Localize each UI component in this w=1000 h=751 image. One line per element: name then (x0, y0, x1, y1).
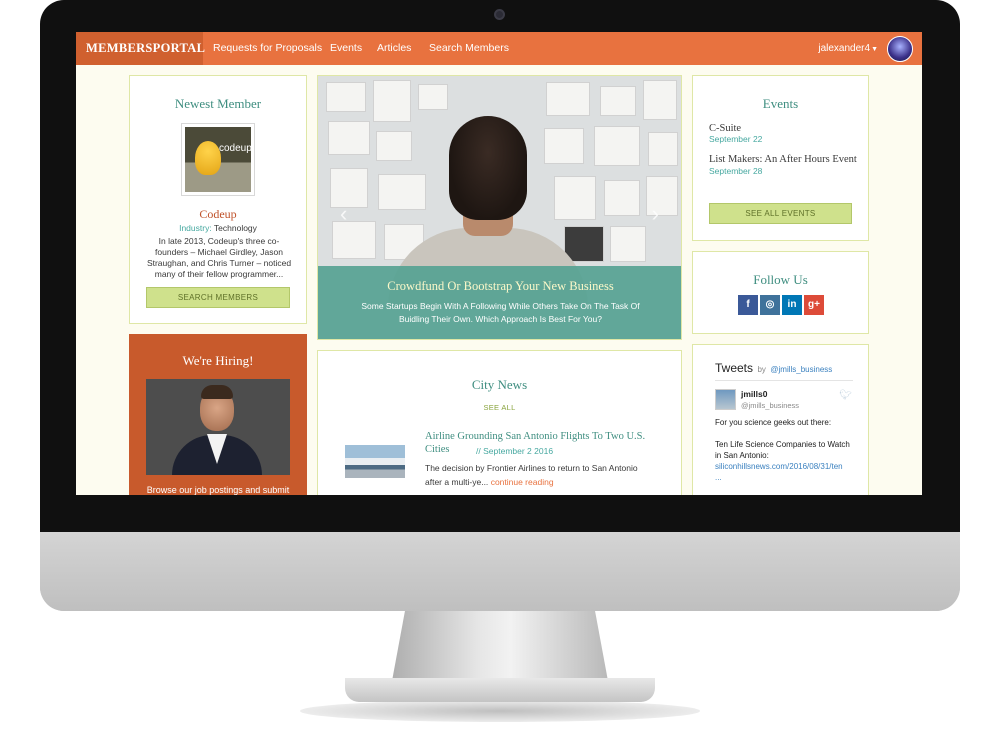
news-item-excerpt: The decision by Frontier Airlines to ret… (425, 461, 655, 489)
tweet-body: For you science geeks out there: Ten Lif… (715, 417, 855, 483)
carousel-next-icon[interactable]: › (652, 201, 659, 227)
twitter-bird-icon: 🐦︎ (839, 390, 852, 401)
search-members-button[interactable]: SEARCH MEMBERS (146, 287, 290, 308)
news-item-meta: // September 2 2016 (476, 445, 553, 458)
event-item[interactable]: C-Suite September 22 (709, 123, 859, 144)
industry-label: Industry: (179, 223, 212, 233)
monitor-chin (40, 532, 960, 611)
tweets-handle[interactable]: @jmills_business (770, 365, 832, 374)
news-thumbnail[interactable] (345, 445, 405, 478)
hiring-title: We're Hiring! (182, 353, 254, 368)
monitor-foot (345, 678, 655, 702)
member-logo-text: codeup (219, 143, 252, 154)
tweets-card: Tweets by @jmills_business jmills0 @jmil… (692, 344, 869, 495)
events-card: Events C-Suite September 22 List Makers:… (692, 75, 869, 241)
nav-link-events[interactable]: Events (330, 32, 362, 65)
top-navbar: MEMBERSPORTAL Requests for Proposals Eve… (76, 32, 922, 65)
googleplus-icon[interactable]: g+ (804, 295, 824, 315)
tweet-author[interactable]: jmills0 (741, 389, 767, 399)
hiring-card: We're Hiring! Browse our job postings an… (129, 334, 307, 495)
caret-down-icon: ▼ (871, 46, 878, 53)
hero-subtitle: Some Startups Begin With A Following Whi… (361, 301, 640, 324)
instagram-icon[interactable]: ◎ (760, 295, 780, 315)
tweets-title: Tweets (715, 361, 754, 375)
hero-carousel[interactable]: ‹ › Crowdfund Or Bootstrap Your New Busi… (317, 75, 682, 340)
member-description: In late 2013, Codeup's three co-founders… (146, 236, 292, 279)
divider (715, 380, 853, 381)
nav-link-rfp[interactable]: Requests for Proposals (213, 32, 322, 65)
camera-icon (494, 9, 505, 20)
carousel-prev-icon[interactable]: ‹ (340, 201, 347, 227)
facebook-icon[interactable]: f (738, 295, 758, 315)
newest-member-card: Newest Member codeup Codeup Industry: Te… (129, 75, 307, 324)
tweet-avatar[interactable] (715, 389, 736, 410)
user-menu[interactable]: jalexander4▼ (818, 32, 878, 65)
avatar[interactable] (887, 36, 913, 62)
event-name: C-Suite (709, 123, 742, 134)
linkedin-icon[interactable]: in (782, 295, 802, 315)
event-date: September 22 (709, 134, 763, 144)
see-all-events-button[interactable]: SEE ALL EVENTS (709, 203, 852, 224)
newest-member-title: Newest Member (174, 96, 262, 111)
news-see-all-link[interactable]: SEE ALL (318, 403, 681, 412)
person-head (449, 116, 527, 220)
hero-caption: Crowdfund Or Bootstrap Your New Business… (318, 266, 681, 339)
events-title: Events (762, 96, 799, 111)
city-news-title: City News (471, 377, 528, 392)
member-name[interactable]: Codeup (130, 207, 306, 222)
event-item[interactable]: List Makers: An After Hours Event Septem… (709, 154, 859, 176)
member-industry: Industry: Technology (130, 223, 306, 233)
tweet-ellipsis: ... (715, 473, 722, 482)
news-item-date: September 2 2016 (483, 446, 554, 456)
monitor-shadow (300, 700, 700, 722)
browser-screen: MEMBERSPORTAL Requests for Proposals Eve… (76, 32, 922, 495)
industry-value: Technology (213, 223, 257, 233)
member-logo[interactable]: codeup (181, 123, 255, 196)
follow-us-title: Follow Us (753, 272, 808, 287)
tweet-link[interactable]: siliconhillsnews.com/2016/08/31/ten (715, 461, 855, 472)
tweet-line1: For you science geeks out there: (715, 418, 832, 427)
event-name: List Makers: An After Hours Event (709, 154, 857, 165)
event-date: September 28 (709, 166, 763, 176)
tweets-by: by (757, 365, 766, 374)
hiring-text: Browse our job postings and submit (146, 485, 290, 495)
city-news-card: City News SEE ALL Airline Grounding San … (317, 350, 682, 495)
monitor-stand (392, 611, 608, 681)
nav-link-articles[interactable]: Articles (377, 32, 411, 65)
brand-logo[interactable]: MEMBERSPORTAL (76, 32, 205, 65)
hiring-photo (146, 379, 290, 475)
social-icons: f ◎ in g+ (738, 295, 824, 315)
nav-link-search-members[interactable]: Search Members (429, 32, 509, 65)
tweets-header: Tweets by @jmills_business (715, 359, 855, 377)
follow-us-card: Follow Us f ◎ in g+ (692, 251, 869, 334)
hero-title[interactable]: Crowdfund Or Bootstrap Your New Business (318, 279, 681, 294)
tweet-line2: Ten Life Science Companies to Watch in S… (715, 440, 850, 460)
username: jalexander4 (818, 43, 871, 54)
duck-icon (195, 141, 221, 175)
tweet-author-handle[interactable]: @jmills_business (741, 401, 799, 410)
news-item-sep: // (476, 446, 481, 456)
continue-reading-link[interactable]: continue reading (491, 477, 554, 487)
